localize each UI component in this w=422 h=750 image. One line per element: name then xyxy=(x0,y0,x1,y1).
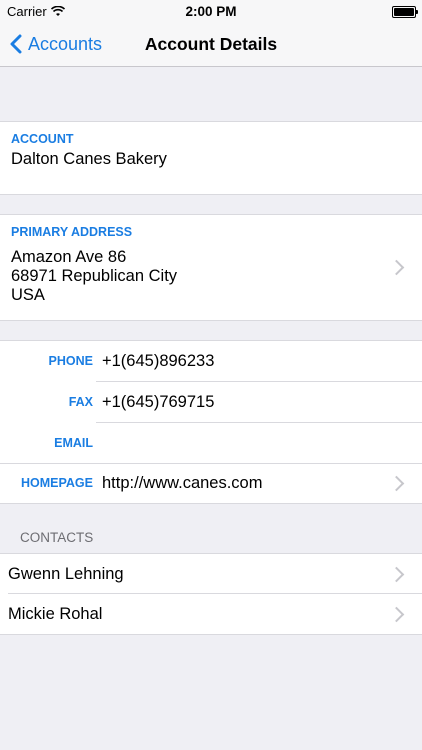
address-label: PRIMARY ADDRESS xyxy=(11,225,133,239)
page-title: Account Details xyxy=(144,34,278,54)
phone-label: PHONE xyxy=(48,354,93,368)
contact-info-section: PHONE +1(645)896233 FAX +1(645)769715 EM… xyxy=(0,340,422,504)
status-bar: Carrier 2:00 PM xyxy=(0,0,422,22)
contacts-header: CONTACTS xyxy=(20,530,94,545)
list-item[interactable]: Mickie Rohal xyxy=(0,594,422,635)
phone-row[interactable]: PHONE +1(645)896233 xyxy=(0,341,422,381)
email-label: EMAIL xyxy=(54,436,93,450)
chevron-right-icon xyxy=(388,259,405,276)
chevron-right-icon xyxy=(388,606,405,623)
chevron-right-icon xyxy=(388,475,405,492)
status-time: 2:00 PM xyxy=(185,4,237,19)
account-label: ACCOUNT xyxy=(11,132,74,146)
address-line-3: USA xyxy=(11,286,45,304)
email-row[interactable]: EMAIL xyxy=(0,423,422,463)
contact-name: Mickie Rohal xyxy=(8,605,103,623)
fax-label: FAX xyxy=(68,395,93,409)
contact-name: Gwenn Lehning xyxy=(8,565,124,583)
homepage-value: http://www.canes.com xyxy=(102,474,263,492)
fax-row[interactable]: FAX +1(645)769715 xyxy=(0,382,422,422)
primary-address-cell[interactable]: PRIMARY ADDRESS Amazon Ave 86 68971 Repu… xyxy=(0,214,422,321)
chevron-right-icon xyxy=(388,566,405,583)
address-line-1: Amazon Ave 86 xyxy=(11,248,127,266)
list-item[interactable]: Gwenn Lehning xyxy=(0,553,422,594)
battery-icon xyxy=(392,6,418,18)
address-line-2: 68971 Republican City xyxy=(11,267,178,285)
account-section: ACCOUNT Dalton Canes Bakery xyxy=(0,121,422,195)
homepage-row[interactable]: HOMEPAGE http://www.canes.com xyxy=(0,463,422,503)
fax-value: +1(645)769715 xyxy=(102,393,215,411)
phone-value: +1(645)896233 xyxy=(102,352,215,370)
account-name: Dalton Canes Bakery xyxy=(11,150,167,168)
navigation-bar: Accounts Account Details xyxy=(0,22,422,67)
homepage-label: HOMEPAGE xyxy=(21,476,93,490)
